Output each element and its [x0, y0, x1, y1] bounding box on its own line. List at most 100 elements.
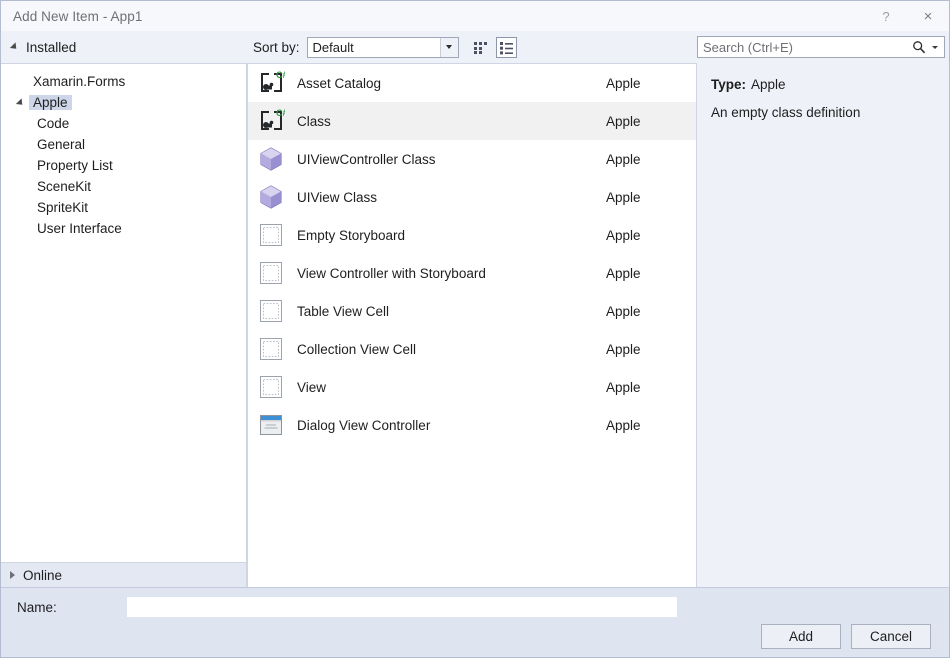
list-item-origin: Apple [606, 342, 686, 357]
tree-item-label: User Interface [33, 221, 126, 236]
templates-column: C# Asset Catalog Apple C [247, 63, 697, 587]
list-item-label: View Controller with Storyboard [297, 266, 606, 281]
csharp-class-icon: C# [255, 105, 287, 137]
template-list[interactable]: C# Asset Catalog Apple C [247, 63, 697, 587]
chevron-down-icon[interactable] [440, 38, 458, 57]
details-column: Type: Apple An empty class definition [697, 63, 949, 587]
tree-item[interactable]: User Interface [1, 218, 246, 239]
search-area [697, 36, 949, 58]
close-icon[interactable]: × [907, 2, 949, 31]
list-item[interactable]: UIView Class Apple [248, 178, 696, 216]
grid-dots-icon [473, 40, 488, 55]
list-item[interactable]: Empty Storyboard Apple [248, 216, 696, 254]
list-item[interactable]: C# Asset Catalog Apple [248, 64, 696, 102]
list-item-origin: Apple [606, 380, 686, 395]
chevron-right-icon [10, 571, 15, 579]
list-item-label: Empty Storyboard [297, 228, 606, 243]
tree-item[interactable]: SpriteKit [1, 197, 246, 218]
list-item[interactable]: UIViewController Class Apple [248, 140, 696, 178]
tree-item[interactable]: Code [1, 113, 246, 134]
tree-item-label: SpriteKit [33, 200, 92, 215]
tree-item[interactable]: General [1, 134, 246, 155]
tree-item[interactable]: Property List [1, 155, 246, 176]
list-item-class[interactable]: C# Class Apple [248, 102, 696, 140]
online-section-header[interactable]: Online [1, 562, 247, 587]
online-twisty[interactable] [1, 571, 23, 579]
categories-column: Xamarin.Forms Apple Code General Propert… [1, 63, 247, 587]
search-input[interactable] [698, 39, 909, 56]
tree-item-label: Apple [29, 95, 72, 110]
list-item-origin: Apple [606, 266, 686, 281]
list-item[interactable]: Table View Cell Apple [248, 292, 696, 330]
sort-by-label: Sort by: [253, 40, 300, 55]
details-type-value: Apple [751, 77, 786, 92]
title-bar: Add New Item - App1 ? × [1, 1, 949, 31]
list-view-icon [499, 40, 514, 55]
search-icon[interactable] [909, 40, 929, 54]
tree-item-apple[interactable]: Apple [1, 92, 246, 113]
list-item-label: View [297, 380, 606, 395]
dialog-footer: Name: Add Cancel [1, 587, 949, 657]
footer-buttons: Add Cancel [761, 624, 931, 649]
list-item-origin: Apple [606, 152, 686, 167]
sort-by-select[interactable]: Default [307, 37, 459, 58]
chevron-down-icon [10, 42, 19, 51]
name-row: Name: [1, 588, 949, 617]
list-item[interactable]: View Apple [248, 368, 696, 406]
storyboard-icon [255, 371, 287, 403]
details-description: An empty class definition [711, 105, 937, 121]
list-item-label: UIView Class [297, 190, 606, 205]
tree-item-label: General [33, 137, 89, 152]
tree-item-label: Property List [33, 158, 117, 173]
add-button[interactable]: Add [761, 624, 841, 649]
storyboard-icon [255, 295, 287, 327]
details-panel: Type: Apple An empty class definition [697, 63, 949, 587]
cancel-button[interactable]: Cancel [851, 624, 931, 649]
details-type-row: Type: Apple [711, 77, 937, 93]
category-tree: Xamarin.Forms Apple Code General Propert… [1, 63, 247, 562]
online-label: Online [23, 568, 62, 583]
small-icons-view-button[interactable] [470, 37, 491, 58]
tree-item[interactable]: SceneKit [1, 176, 246, 197]
tree-item-label: SceneKit [33, 179, 95, 194]
storyboard-icon [255, 333, 287, 365]
installed-header[interactable]: Installed [1, 40, 247, 55]
tree-item-label: Code [33, 116, 73, 131]
name-label: Name: [17, 600, 127, 615]
list-item-origin: Apple [606, 114, 686, 129]
list-item-label: Class [297, 114, 606, 129]
list-item-origin: Apple [606, 418, 686, 433]
csharp-class-icon: C# [255, 67, 287, 99]
name-input[interactable] [127, 597, 677, 617]
sort-and-view-controls: Sort by: Default [247, 37, 697, 58]
search-box[interactable] [697, 36, 945, 58]
add-new-item-dialog: Add New Item - App1 ? × Installed Sort b… [0, 0, 950, 658]
list-item-origin: Apple [606, 76, 686, 91]
tree-twisty[interactable] [11, 99, 29, 107]
list-item[interactable]: Dialog View Controller Apple [248, 406, 696, 444]
list-item-label: Collection View Cell [297, 342, 606, 357]
list-item-label: Dialog View Controller [297, 418, 606, 433]
details-view-button[interactable] [496, 37, 517, 58]
list-item-origin: Apple [606, 190, 686, 205]
svg-text:C#: C# [276, 70, 285, 80]
tree-item-label: Xamarin.Forms [29, 74, 129, 89]
tree-item[interactable]: Xamarin.Forms [1, 71, 246, 92]
list-item[interactable]: Collection View Cell Apple [248, 330, 696, 368]
toolbar: Installed Sort by: Default [1, 31, 949, 63]
chevron-down-icon [15, 98, 24, 107]
list-item-origin: Apple [606, 228, 686, 243]
help-button[interactable]: ? [865, 2, 907, 31]
installed-header-label: Installed [26, 40, 76, 55]
cube-icon [255, 181, 287, 213]
sort-by-value: Default [308, 40, 440, 55]
search-dropdown-chevron-icon[interactable] [929, 46, 944, 49]
storyboard-icon [255, 219, 287, 251]
details-type-key: Type: [711, 77, 746, 92]
svg-text:C#: C# [276, 108, 285, 118]
view-toggle-group [470, 37, 517, 58]
dialog-window-icon [255, 409, 287, 441]
list-item-label: UIViewController Class [297, 152, 606, 167]
page-title: Add New Item - App1 [13, 9, 142, 24]
list-item[interactable]: View Controller with Storyboard Apple [248, 254, 696, 292]
